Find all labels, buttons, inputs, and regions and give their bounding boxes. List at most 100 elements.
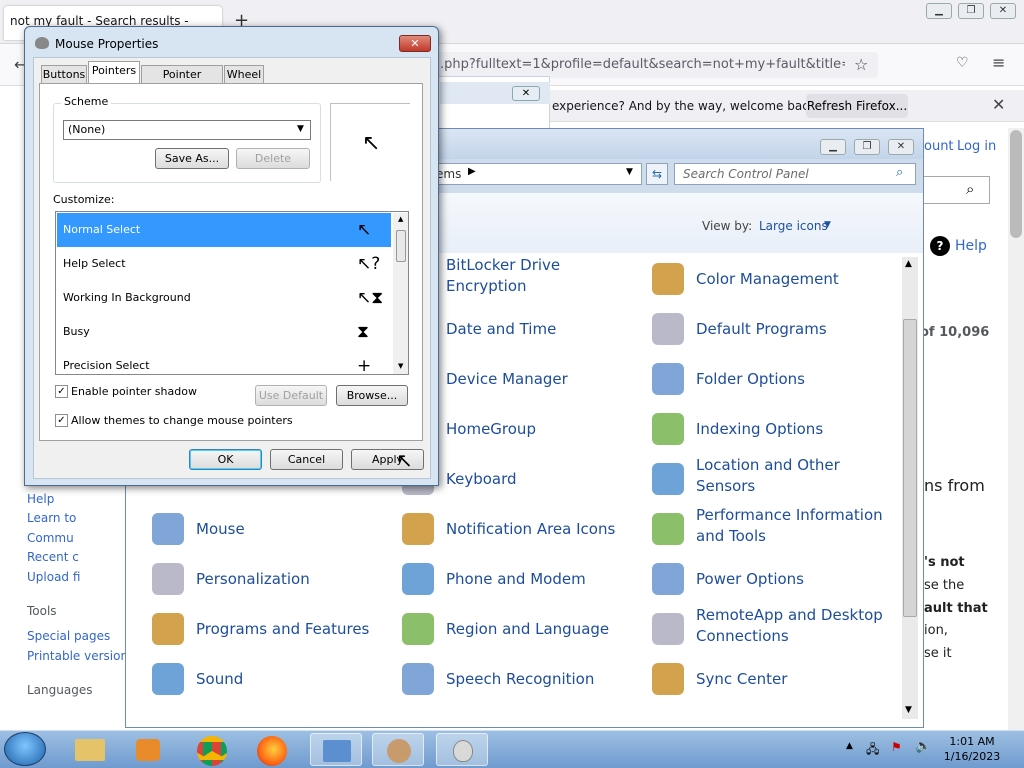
restore-icon[interactable]: ❐: [958, 3, 984, 19]
printable-version-link[interactable]: Printable version: [27, 649, 128, 663]
network-icon[interactable]: 🖧: [866, 740, 879, 761]
clock[interactable]: 1:01 AM 1/16/2023: [932, 734, 1012, 764]
sidebar-link[interactable]: Commu: [27, 531, 74, 545]
cp-item-label[interactable]: Date and Time: [446, 319, 556, 340]
cp-item-label[interactable]: Performance Information and Tools: [696, 505, 886, 547]
sidebar-link[interactable]: Help: [27, 492, 54, 506]
mouse-icon[interactable]: [152, 513, 184, 545]
indexing-icon[interactable]: [652, 413, 684, 445]
wiki-search-input[interactable]: [920, 176, 990, 204]
users-taskbar-icon[interactable]: [372, 733, 424, 766]
tab-buttons[interactable]: Buttons: [41, 65, 87, 84]
view-by-chevron-icon[interactable]: ▼: [824, 220, 831, 230]
cp-item-label[interactable]: Sound: [196, 669, 243, 690]
cp-item-label[interactable]: Power Options: [696, 569, 804, 590]
tab-pointers[interactable]: Pointers: [88, 61, 140, 85]
refresh-icon[interactable]: ⇆: [646, 163, 668, 185]
firefox-taskbar-icon[interactable]: [246, 733, 298, 766]
cp-item-label[interactable]: Phone and Modem: [446, 569, 586, 590]
sidebar-link[interactable]: Upload fi: [27, 570, 80, 584]
cp-item-label[interactable]: Color Management: [696, 269, 839, 290]
apply-button[interactable]: Apply: [351, 449, 424, 470]
cp-item-label[interactable]: HomeGroup: [446, 419, 536, 440]
notification-icon[interactable]: [402, 513, 434, 545]
scroll-down-icon[interactable]: ▼: [905, 705, 912, 715]
microphone-icon[interactable]: [402, 663, 434, 695]
dialog-close-icon[interactable]: ✕: [399, 35, 431, 52]
control-panel-taskbar-icon[interactable]: [310, 733, 362, 766]
notification-close-icon[interactable]: ✕: [992, 95, 1005, 114]
account-link[interactable]: ount: [924, 139, 954, 154]
cursor-row[interactable]: Help Select ↖?: [57, 247, 391, 281]
bookmark-star-icon[interactable]: ☆: [854, 55, 868, 74]
personalization-icon[interactable]: [152, 563, 184, 595]
explorer-taskbar-icon[interactable]: [64, 733, 116, 766]
scheme-select[interactable]: (None): [63, 120, 311, 140]
background-close-icon[interactable]: ✕: [512, 86, 540, 101]
performance-icon[interactable]: [652, 513, 684, 545]
cursor-list[interactable]: Normal Select ↖ Help Select ↖? Working In Ba…: [55, 211, 409, 375]
cp-item-label[interactable]: Device Manager: [446, 369, 568, 390]
cp-item-label[interactable]: Personalization: [196, 569, 310, 590]
search-icon[interactable]: ⌕: [966, 180, 974, 198]
start-button[interactable]: [4, 732, 46, 766]
menu-icon[interactable]: ≡: [992, 53, 1005, 72]
allow-themes-checkbox[interactable]: ✓: [55, 414, 68, 427]
cp-item-label[interactable]: BitLocker Drive Encryption: [446, 255, 636, 297]
cursor-row[interactable]: Busy ⧗: [57, 315, 391, 349]
tray-expand-icon[interactable]: ▲: [846, 741, 853, 751]
list-scroll-down-icon[interactable]: ▼: [398, 362, 403, 370]
help-link[interactable]: Help: [955, 238, 987, 254]
ok-button[interactable]: OK: [189, 449, 262, 470]
remoteapp-icon[interactable]: [652, 613, 684, 645]
help-icon[interactable]: ?: [930, 236, 950, 256]
sync-icon[interactable]: [652, 663, 684, 695]
cp-item-label[interactable]: Speech Recognition: [446, 669, 594, 690]
enable-shadow-checkbox[interactable]: ✓: [55, 385, 68, 398]
action-center-icon[interactable]: ⚑: [891, 740, 902, 754]
scroll-up-icon[interactable]: ▲: [905, 259, 912, 269]
media-player-taskbar-icon[interactable]: [122, 733, 174, 766]
cp-item-label[interactable]: Folder Options: [696, 369, 805, 390]
sidebar-link[interactable]: Recent c: [27, 550, 79, 564]
cancel-button[interactable]: Cancel: [270, 449, 343, 470]
refresh-firefox-button[interactable]: Refresh Firefox...: [806, 94, 908, 118]
cp-scrollbar-thumb[interactable]: [903, 319, 917, 617]
delete-button[interactable]: Delete: [236, 148, 310, 169]
cursor-row[interactable]: Precision Select +: [57, 349, 391, 374]
sidebar-link[interactable]: Learn to: [27, 511, 76, 525]
cp-item-label[interactable]: Programs and Features: [196, 619, 369, 640]
log-in-link[interactable]: Log in: [957, 139, 996, 154]
volume-icon[interactable]: 🔈: [915, 739, 931, 754]
tab-pointer-options[interactable]: Pointer Options: [141, 65, 223, 98]
cursor-list-scrollbar-thumb[interactable]: [396, 230, 406, 262]
cp-search-icon[interactable]: ⌕: [896, 165, 903, 180]
minimize-icon[interactable]: ▁: [926, 3, 952, 19]
tab-wheel[interactable]: Wheel: [224, 65, 264, 84]
special-pages-link[interactable]: Special pages: [27, 629, 110, 643]
save-as-button[interactable]: Save As...: [155, 148, 229, 169]
programs-icon[interactable]: [152, 613, 184, 645]
folder-icon[interactable]: [652, 363, 684, 395]
phone-icon[interactable]: [402, 563, 434, 595]
cp-maximize-icon[interactable]: ❐: [854, 139, 880, 155]
cp-item-label[interactable]: Notification Area Icons: [446, 519, 615, 540]
sensors-icon[interactable]: [652, 463, 684, 495]
cp-item-label[interactable]: Indexing Options: [696, 419, 823, 440]
cp-item-label[interactable]: Sync Center: [696, 669, 787, 690]
default-programs-icon[interactable]: [652, 313, 684, 345]
view-by-dropdown[interactable]: Large icons: [759, 219, 828, 233]
cp-item-label[interactable]: RemoteApp and Desktop Connections: [696, 605, 886, 647]
cursor-row[interactable]: Working In Background ↖⧗: [57, 281, 391, 315]
cp-close-icon[interactable]: ✕: [888, 139, 914, 155]
scheme-chevron-icon[interactable]: ▼: [297, 124, 304, 134]
cp-item-label[interactable]: Region and Language: [446, 619, 609, 640]
chrome-taskbar-icon[interactable]: [186, 733, 238, 766]
cp-item-label[interactable]: Location and Other Sensors: [696, 455, 886, 497]
cp-item-label[interactable]: Mouse: [196, 519, 245, 540]
use-default-button[interactable]: Use Default: [255, 385, 327, 406]
page-scrollbar-thumb[interactable]: [1010, 130, 1022, 238]
cp-minimize-icon[interactable]: ▁: [820, 139, 846, 155]
mouse-taskbar-icon[interactable]: [436, 733, 488, 766]
speaker-icon[interactable]: [152, 663, 184, 695]
